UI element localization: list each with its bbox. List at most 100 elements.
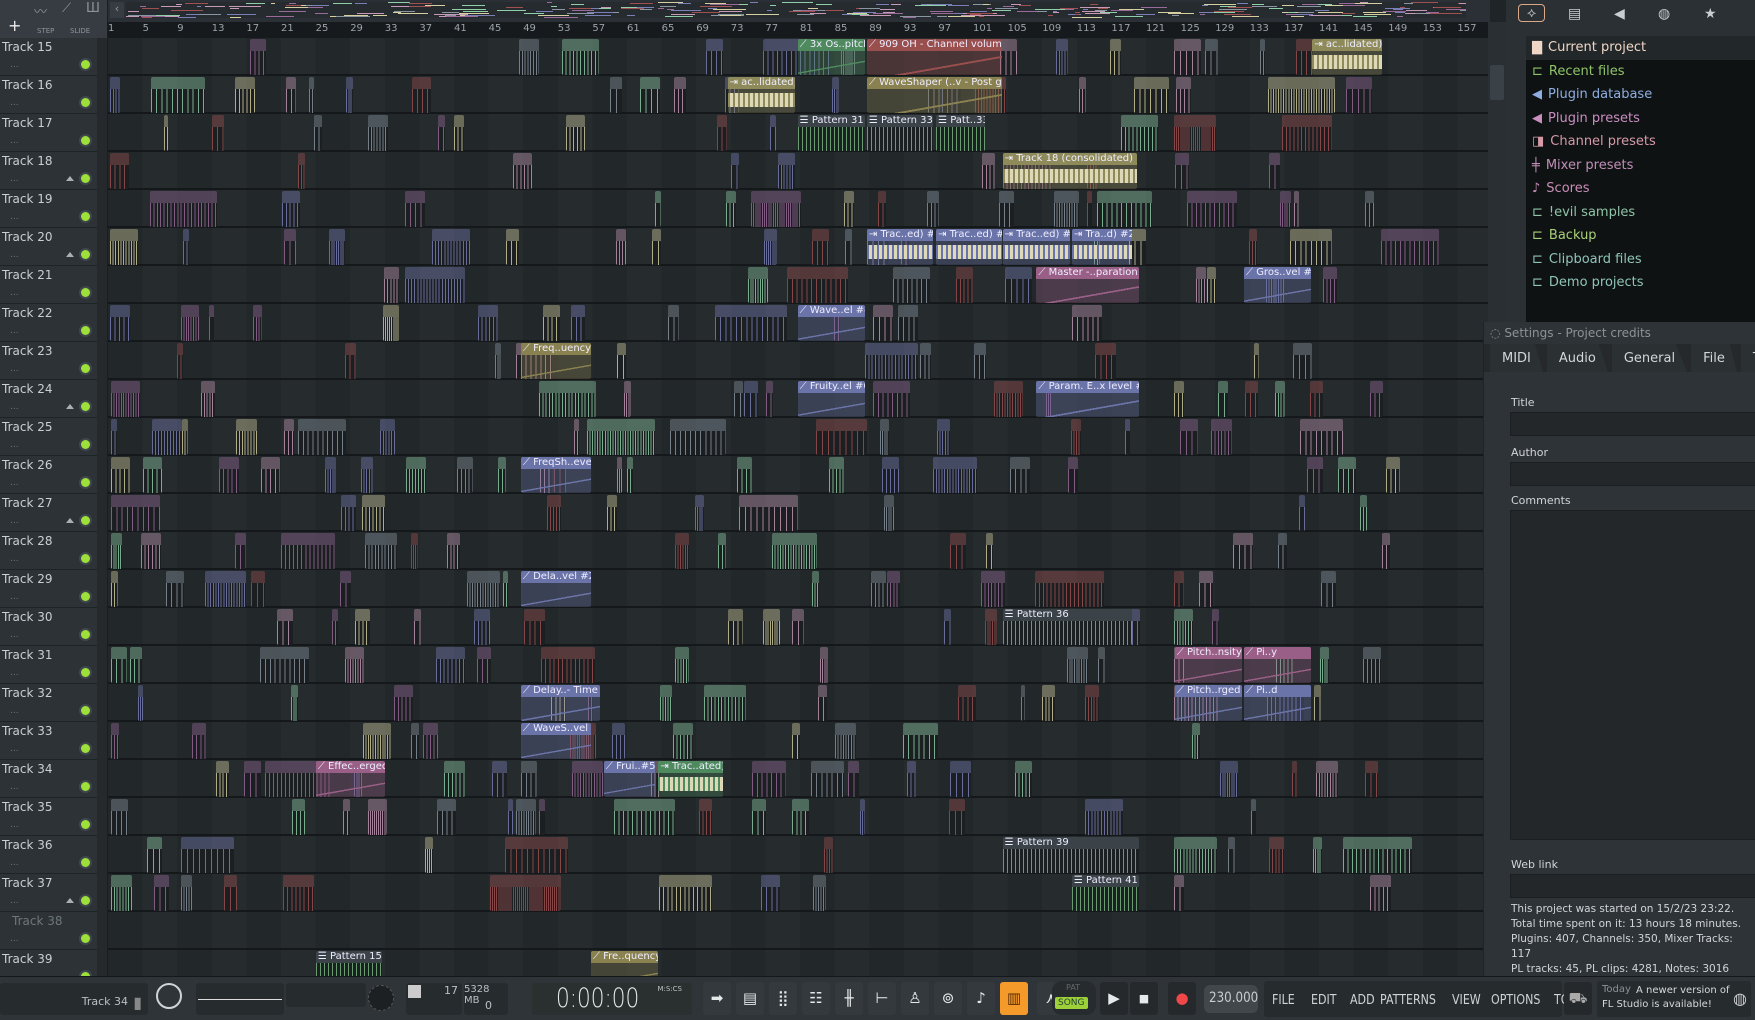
clip[interactable] [244, 761, 261, 797]
clip[interactable] [1191, 723, 1201, 759]
track-name[interactable]: Track 23 [2, 344, 52, 358]
collapse-arrow-icon[interactable] [66, 176, 74, 181]
clip[interactable] [872, 305, 894, 341]
clip[interactable] [497, 457, 507, 493]
clip[interactable] [614, 799, 676, 835]
pattern-clip[interactable]: ☰ Pattern 39 [1002, 837, 1140, 873]
clip[interactable] [181, 419, 189, 455]
track-menu-icon[interactable]: ... [10, 592, 19, 602]
clip[interactable] [1306, 457, 1324, 493]
channel-rack-icon[interactable]: ☷ [802, 982, 830, 1015]
track-menu-icon[interactable]: ... [10, 820, 19, 830]
clip[interactable] [151, 77, 206, 113]
clip[interactable] [149, 191, 218, 227]
clip[interactable] [142, 457, 162, 493]
stop-button[interactable]: ■ [1130, 982, 1158, 1015]
clip[interactable] [1281, 115, 1333, 151]
clip[interactable] [276, 609, 293, 645]
clip[interactable] [1245, 381, 1258, 417]
clip[interactable] [1313, 837, 1322, 873]
clip[interactable] [1219, 761, 1239, 797]
clip[interactable] [474, 609, 490, 645]
track-header[interactable]: Track 35... [0, 798, 97, 836]
clip[interactable] [1338, 457, 1357, 493]
clip[interactable] [1055, 39, 1068, 75]
track-mute-led[interactable] [81, 478, 90, 487]
clip[interactable] [491, 761, 508, 797]
track-menu-icon[interactable]: ... [10, 668, 19, 678]
clip-header[interactable]: ⇥ Track 18 (consolidated) [1002, 153, 1137, 165]
tab-general[interactable]: General [1611, 344, 1688, 372]
track-menu-icon[interactable]: ... [10, 364, 19, 374]
track-name[interactable]: Track 37 [2, 876, 52, 890]
clip-header[interactable]: ⟋ Dela..vel #2 [520, 571, 591, 583]
clip[interactable] [515, 799, 536, 835]
track-name[interactable]: Track 19 [2, 192, 52, 206]
track-lane[interactable]: ⟋ Freq..uency [108, 342, 1488, 380]
clip[interactable] [886, 571, 901, 607]
clip[interactable] [110, 723, 119, 759]
clip[interactable] [1173, 609, 1193, 645]
track-lane[interactable]: ⟋ Fruity..el #6⟋ Param. E..x level #6 [108, 380, 1488, 418]
clip[interactable] [1362, 647, 1381, 683]
auto-clip[interactable]: ⟋ Pitch..rged [1174, 685, 1243, 721]
clip[interactable] [1079, 77, 1087, 113]
clip[interactable] [518, 39, 539, 75]
pattern-clip[interactable]: ☰ Pattern 33 [866, 115, 934, 151]
track-mute-led[interactable] [81, 820, 90, 829]
browser-item[interactable]: ⊏ Clipboard files [1526, 248, 1755, 272]
clip[interactable] [1291, 761, 1298, 797]
clip[interactable] [346, 77, 354, 113]
clip[interactable] [1125, 419, 1131, 455]
time-display[interactable]: 0:00:00 M:S:CS [532, 983, 692, 1015]
clip[interactable] [543, 305, 561, 341]
clip[interactable] [110, 495, 160, 531]
clip[interactable] [1196, 267, 1207, 303]
clip[interactable] [1309, 381, 1323, 417]
clip[interactable] [744, 381, 759, 417]
clip[interactable] [489, 875, 562, 911]
auto-clip[interactable]: ⟋ Param. E..x level #6 [1036, 381, 1140, 417]
clip[interactable] [716, 115, 727, 151]
clip[interactable] [539, 799, 545, 835]
clip[interactable] [404, 191, 425, 227]
clip[interactable] [1381, 533, 1391, 569]
clip[interactable] [365, 533, 397, 569]
clip[interactable] [181, 875, 192, 911]
track-header[interactable]: Track 18... [0, 152, 97, 190]
browser-item[interactable]: ⊏ Recent files [1526, 60, 1755, 84]
clip[interactable] [513, 153, 533, 189]
track-header[interactable]: Track 16... [0, 76, 97, 114]
clip[interactable] [572, 761, 603, 797]
clip[interactable] [824, 837, 833, 873]
track-mute-led[interactable] [81, 250, 90, 259]
browser-item[interactable]: ⊏ Backup [1526, 224, 1755, 248]
clip[interactable] [1096, 191, 1153, 227]
audio-clip[interactable]: ⇥ ac..lidated) [727, 77, 796, 113]
clip[interactable] [437, 115, 446, 151]
song-label[interactable]: SONG [1055, 997, 1088, 1009]
clip[interactable] [1084, 799, 1124, 835]
clip[interactable] [670, 419, 727, 455]
track-mute-led[interactable] [81, 934, 90, 943]
clip[interactable] [727, 609, 743, 645]
clip-header[interactable]: ⇥ ac..lidated) [727, 77, 796, 89]
record-button[interactable]: ● [1168, 982, 1196, 1015]
clip[interactable] [655, 191, 661, 227]
clip[interactable] [281, 533, 336, 569]
audio-clip[interactable]: ⇥ Tra..d) #2 [1071, 229, 1133, 265]
clip[interactable] [994, 381, 1024, 417]
track-lane[interactable] [108, 798, 1488, 836]
clip[interactable] [1277, 533, 1288, 569]
clip[interactable] [345, 647, 364, 683]
clip-header[interactable]: ⟋ Master -..paration [1036, 267, 1140, 279]
clip-header[interactable]: ⟋ Gros..vel #5 [1244, 267, 1312, 279]
auto-clip[interactable]: ⟋ Frui..#5 [603, 761, 655, 797]
auto-clip[interactable]: ⟋ 909 OH - Channel volume [866, 39, 1002, 75]
clip[interactable] [411, 533, 418, 569]
track-name[interactable]: Track 20 [2, 230, 52, 244]
clip[interactable] [748, 267, 769, 303]
pattern-clip[interactable]: ☰ Pattern 31 [797, 115, 866, 151]
browser-item[interactable]: ▇ Current project [1526, 36, 1755, 60]
clip[interactable] [703, 685, 746, 721]
